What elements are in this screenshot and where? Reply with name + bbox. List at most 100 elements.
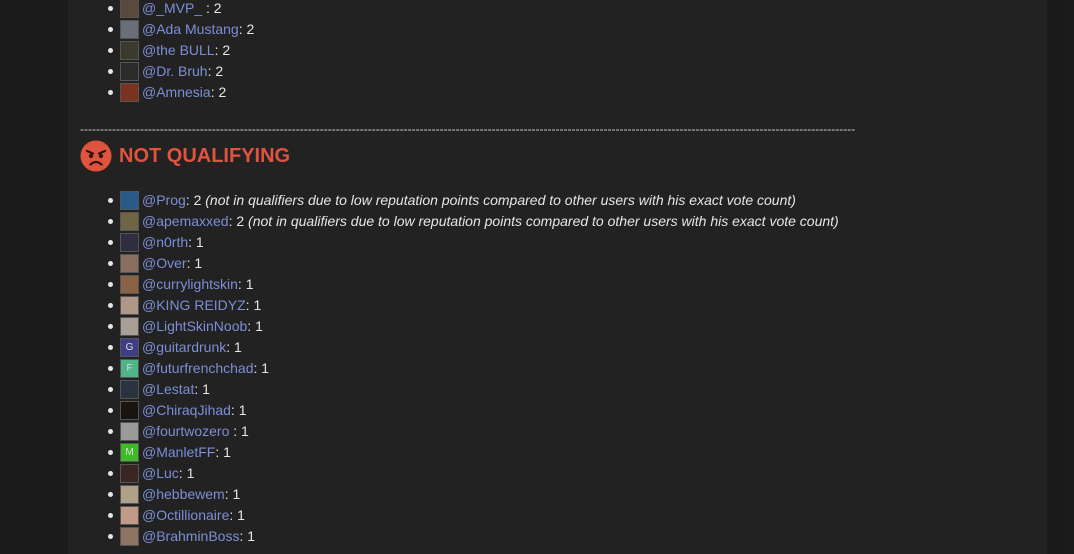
heading-title: NOT QUALIFYING <box>119 144 291 167</box>
username-link[interactable]: @fourtwozero <box>142 423 233 439</box>
separator: : <box>188 234 196 250</box>
list-item: @hebbewem: 1 <box>80 484 839 505</box>
vote-count: 1 <box>255 318 263 334</box>
avatar[interactable] <box>120 506 139 525</box>
avatar[interactable] <box>120 0 139 18</box>
username-link[interactable]: @Lestat <box>142 381 194 397</box>
divider-line: ----------------------------------------… <box>80 122 856 136</box>
avatar[interactable] <box>120 401 139 420</box>
vote-count: 1 <box>237 507 245 523</box>
list-item: G @guitardrunk: 1 <box>80 337 839 358</box>
list-item: F @futurfrenchchad: 1 <box>80 358 839 379</box>
separator: : <box>233 423 242 439</box>
avatar[interactable] <box>120 20 139 39</box>
username-link[interactable]: @Octillionaire <box>142 507 229 523</box>
separator: : <box>229 507 238 523</box>
vote-count: 1 <box>247 528 256 544</box>
vote-count: 1 <box>195 234 204 250</box>
list-item: @n0rth: 1 <box>80 232 839 253</box>
vote-count: 2 <box>236 213 245 229</box>
avatar[interactable] <box>120 191 139 210</box>
vote-count: 2 <box>246 21 255 37</box>
username-link[interactable]: @LightSkinNoob <box>142 318 247 334</box>
separator: : <box>194 381 203 397</box>
exclusion-note: (not in qualifiers due to low reputation… <box>244 213 839 229</box>
avatar[interactable]: M <box>120 443 139 462</box>
vote-count: 1 <box>238 402 247 418</box>
list-item: @Prog: 2 (not in qualifiers due to low r… <box>80 190 839 211</box>
username-link[interactable]: @Over <box>142 255 187 271</box>
not-qualifying-vote-list: @Prog: 2 (not in qualifiers due to low r… <box>80 190 839 547</box>
vote-count: 1 <box>241 423 249 439</box>
vote-count: 1 <box>202 381 210 397</box>
list-item: M @ManletFF: 1 <box>80 442 839 463</box>
username-link[interactable]: @Prog <box>142 192 186 208</box>
username-link[interactable]: @ManletFF <box>142 444 215 460</box>
avatar[interactable] <box>120 62 139 81</box>
list-item: @Lestat: 1 <box>80 379 839 400</box>
username-link[interactable]: @guitardrunk <box>142 339 226 355</box>
avatar[interactable] <box>120 233 139 252</box>
username-link[interactable]: @n0rth <box>142 234 188 250</box>
avatar[interactable] <box>120 527 139 546</box>
list-item: @apemaxxed: 2 (not in qualifiers due to … <box>80 211 839 232</box>
list-item: @currylightskin: 1 <box>80 274 839 295</box>
list-item: @Ada Mustang: 2 <box>80 19 254 40</box>
avatar[interactable] <box>120 212 139 231</box>
vote-count: 2 <box>222 42 231 58</box>
username-link[interactable]: @ChiraqJihad <box>142 402 231 418</box>
username-link[interactable]: @_MVP_ <box>142 0 206 16</box>
avatar[interactable] <box>120 485 139 504</box>
scrollbar-track[interactable] <box>1047 0 1063 554</box>
vote-count: 1 <box>232 486 241 502</box>
username-link[interactable]: @currylightskin <box>142 276 238 292</box>
username-link[interactable]: @Dr. Bruh <box>142 63 208 79</box>
exclusion-note: (not in qualifiers due to low reputation… <box>201 192 796 208</box>
separator: : <box>215 444 224 460</box>
vote-count: 1 <box>223 444 231 460</box>
username-link[interactable]: @Luc <box>142 465 179 481</box>
avatar[interactable] <box>120 275 139 294</box>
username-link[interactable]: @Ada Mustang <box>142 21 239 37</box>
username-link[interactable]: @Amnesia <box>142 84 211 100</box>
vote-count: 1 <box>194 255 203 271</box>
not-qualifying-heading: NOT QUALIFYING <box>80 139 290 173</box>
username-link[interactable]: @apemaxxed <box>142 213 229 229</box>
vote-count: 1 <box>261 360 270 376</box>
vote-count: 1 <box>253 297 262 313</box>
list-item: @Luc: 1 <box>80 463 839 484</box>
avatar[interactable]: G <box>120 338 139 357</box>
vote-count: 1 <box>245 276 254 292</box>
username-link[interactable]: @the BULL <box>142 42 215 58</box>
list-item: @BrahminBoss: 1 <box>80 526 839 547</box>
separator: : <box>230 402 239 418</box>
angry-face-icon <box>80 140 112 172</box>
list-item: @_MVP_ : 2 <box>80 0 254 19</box>
avatar[interactable] <box>120 41 139 60</box>
separator: : <box>185 192 194 208</box>
vote-count: 2 <box>218 84 227 100</box>
list-item: @Amnesia: 2 <box>80 82 254 103</box>
avatar[interactable] <box>120 296 139 315</box>
avatar[interactable]: F <box>120 359 139 378</box>
avatar[interactable] <box>120 83 139 102</box>
username-link[interactable]: @hebbewem <box>142 486 225 502</box>
avatar[interactable] <box>120 422 139 441</box>
list-item: @Over: 1 <box>80 253 839 274</box>
avatar[interactable] <box>120 380 139 399</box>
list-item: @Octillionaire: 1 <box>80 505 839 526</box>
list-item: @ChiraqJihad: 1 <box>80 400 839 421</box>
list-item: @fourtwozero : 1 <box>80 421 839 442</box>
vote-count: 2 <box>213 0 222 16</box>
separator: : <box>226 339 235 355</box>
avatar[interactable] <box>120 254 139 273</box>
username-link[interactable]: @futurfrenchchad <box>142 360 254 376</box>
separator: : <box>237 276 246 292</box>
separator: : <box>247 318 256 334</box>
avatar[interactable] <box>120 464 139 483</box>
vote-count: 1 <box>186 465 195 481</box>
avatar[interactable] <box>120 317 139 336</box>
username-link[interactable]: @BrahminBoss <box>142 528 239 544</box>
vote-count: 2 <box>215 63 224 79</box>
username-link[interactable]: @KING REIDYZ <box>142 297 246 313</box>
